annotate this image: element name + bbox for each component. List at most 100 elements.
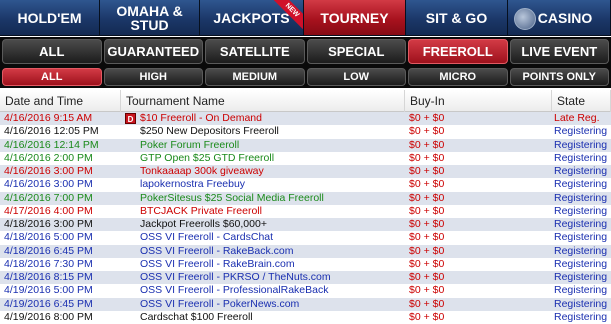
column-header-buyin[interactable]: Buy-In [405,90,552,112]
table-row[interactable]: 4/18/2016 3:00 PM Jackpot Freerolls $60,0… [0,218,611,232]
filter-type-special-button[interactable]: SPECIAL [306,39,406,64]
row-tournament-name-text: OSS VI Freeroll - CardsChat [140,231,274,244]
filter-type-guaranteed-button[interactable]: GUARANTEED [103,39,203,64]
row-state: Registering [554,191,608,204]
nav-tab-hold-em[interactable]: HOLD'EM [0,0,100,36]
filter-stake-high-button[interactable]: HIGH [103,68,203,86]
row-date-time: 4/16/2016 3:00 PM [4,165,93,177]
row-tournament-name: lapokernostra Freebuy [121,178,405,191]
table-row[interactable]: 4/18/2016 7:30 PM OSS VI Freeroll - RakeB… [0,257,611,271]
table-row[interactable]: 4/19/2016 8:00 PM Cardschat $100 Freeroll… [0,310,611,324]
row-tournament-name-text: $10 Freeroll - On Demand [140,112,262,124]
row-date-time: 4/19/2016 8:00 PM [4,310,93,323]
row-date-time: 4/18/2016 8:15 PM [4,271,93,283]
filter-stake-points-only-button[interactable]: POINTS ONLY [509,68,609,86]
filter-type-live-event-button[interactable]: LIVE EVENT [509,39,609,64]
filter-stake-micro-button[interactable]: MICRO [408,68,508,86]
row-tournament-name: OSS VI Freeroll - CardsChat [121,231,405,244]
row-state: Registering [554,271,608,283]
filter-stake-all-button[interactable]: ALL [2,68,102,86]
row-state: Registering [554,218,608,230]
row-state: Registering [554,178,608,191]
nav-tab-label: SIT & GO [425,9,488,26]
row-tournament-name-text: $250 New Depositors Freeroll [140,125,279,138]
row-date-time: 4/16/2016 3:00 PM [4,178,93,191]
row-tournament-name: Jackpot Freerolls $60,000+ [121,218,405,231]
row-tournament-name: Poker Forum Freeroll [121,139,405,152]
row-buyin: $0 + $0 [409,271,445,283]
nav-tab-omaha-stud[interactable]: OMAHA & STUD [100,0,200,36]
table-row[interactable]: 4/16/2016 12:14 PM Poker Forum Freeroll $0… [0,138,611,152]
row-date-time: 4/16/2016 7:00 PM [4,191,93,204]
filter-stake-medium-button[interactable]: MEDIUM [205,68,305,86]
row-date-time: 4/16/2016 2:00 PM [4,151,93,164]
column-header-date[interactable]: Date and Time [0,90,121,112]
filter-type-all-button[interactable]: ALL [2,39,102,64]
table-row[interactable]: 4/16/2016 12:05 PM $250 New Depositors Fr… [0,125,611,139]
row-buyin: $0 + $0 [409,125,445,138]
table-row[interactable]: 4/18/2016 5:00 PM OSS VI Freeroll - Cards… [0,231,611,245]
row-buyin: $0 + $0 [409,310,445,323]
row-tournament-name: Tonkaaaap 300k giveaway [121,165,405,178]
stake-level-filter-bar: ALL HIGH MEDIUM LOW MICRO POINTS ONLY [0,66,611,88]
table-row[interactable]: 4/18/2016 6:45 PM OSS VI Freeroll - RakeB… [0,244,611,258]
row-buyin: $0 + $0 [409,112,445,124]
tournament-type-filter-bar: ALL GUARANTEED SATELLITE SPECIAL FREEROLL LIV… [0,37,611,66]
row-tournament-name: GTP Open $25 GTD Freeroll [121,152,405,165]
row-tournament-name-text: Tonkaaaap 300k giveaway [140,165,264,177]
filter-type-freeroll-button[interactable]: FREEROLL [408,39,508,64]
row-date-time: 4/16/2016 12:05 PM [4,125,99,138]
tournament-lobby-table: Date and Time Tournament Name Buy-In Sta… [0,90,611,324]
row-buyin: $0 + $0 [409,218,445,230]
table-row[interactable]: 4/16/2016 9:15 AM D $10 Freeroll - On Dema… [0,112,611,126]
nav-tab-label: TOURNEY [320,9,389,26]
nav-tab-sit-go[interactable]: SIT & GO [406,0,508,36]
filter-stake-low-button[interactable]: LOW [306,68,406,86]
row-date-time: 4/19/2016 6:45 PM [4,297,93,310]
table-row[interactable]: 4/16/2016 2:00 PM GTP Open $25 GTD Freero… [0,151,611,165]
row-tournament-name-text: OSS VI Freeroll - ProfessionalRakeBack [140,284,329,297]
row-tournament-name: OSS VI Freeroll - RakeBrain.com [121,258,405,271]
row-tournament-name-text: OSS VI Freeroll - RakeBrain.com [140,257,295,270]
column-header-state[interactable]: State [552,90,611,112]
row-tournament-name: OSS VI Freeroll - ProfessionalRakeBack [121,284,405,297]
table-row[interactable]: 4/19/2016 6:45 PM OSS VI Freeroll - Poker… [0,297,611,311]
row-tournament-name-text: Cardschat $100 Freeroll [140,310,253,323]
column-header-name[interactable]: Tournament Name [121,90,405,112]
row-buyin: $0 + $0 [409,244,445,257]
row-state: Registering [554,297,608,310]
on-demand-icon: D [125,113,136,124]
table-row[interactable]: 4/19/2016 5:00 PM OSS VI Freeroll - Profe… [0,284,611,298]
row-state: Registering [554,284,608,297]
row-buyin: $0 + $0 [409,151,445,164]
row-tournament-name-text: Jackpot Freerolls $60,000+ [140,218,267,230]
row-tournament-name: PokerSitesus $25 Social Media Freeroll [121,192,405,205]
table-row[interactable]: 4/16/2016 3:00 PM Tonkaaaap 300k giveaway… [0,165,611,179]
nav-tab-label: JACKPOTS [213,9,290,26]
nav-tab-label: HOLD'EM [17,9,82,26]
row-tournament-name-text: BTCJACK Private Freeroll [140,204,262,217]
row-tournament-name: OSS VI Freeroll - PokerNews.com [121,298,405,311]
table-row[interactable]: 4/18/2016 8:15 PM OSS VI Freeroll - PKRSO… [0,271,611,285]
row-state: Registering [554,310,608,323]
row-buyin: $0 + $0 [409,297,445,310]
row-state: Registering [554,165,608,177]
row-state: Registering [554,151,608,164]
row-tournament-name-text: Poker Forum Freeroll [140,138,240,151]
row-tournament-name: D $10 Freeroll - On Demand [121,112,405,125]
row-state: Registering [554,125,608,138]
nav-tab-tourney[interactable]: TOURNEY [304,0,406,36]
table-row[interactable]: 4/16/2016 3:00 PM lapokernostra Freebuy $0… [0,178,611,192]
table-row[interactable]: 4/17/2016 4:00 PM BTCJACK Private Freerol… [0,204,611,218]
table-header: Date and Time Tournament Name Buy-In Sta… [0,90,611,112]
filter-type-satellite-button[interactable]: SATELLITE [205,39,305,64]
row-date-time: 4/18/2016 6:45 PM [4,244,93,257]
row-date-time: 4/16/2016 12:14 PM [4,138,99,151]
nav-tab-jackpots[interactable]: JACKPOTS NEW [200,0,304,36]
row-date-time: 4/18/2016 7:30 PM [4,257,93,270]
row-tournament-name: $250 New Depositors Freeroll [121,125,405,138]
nav-tab-casino[interactable]: CASINO [508,0,611,36]
row-state: Registering [554,244,608,257]
row-tournament-name-text: OSS VI Freeroll - PKRSO / TheNuts.com [140,271,331,283]
table-row[interactable]: 4/16/2016 7:00 PM PokerSitesus $25 Social… [0,191,611,205]
